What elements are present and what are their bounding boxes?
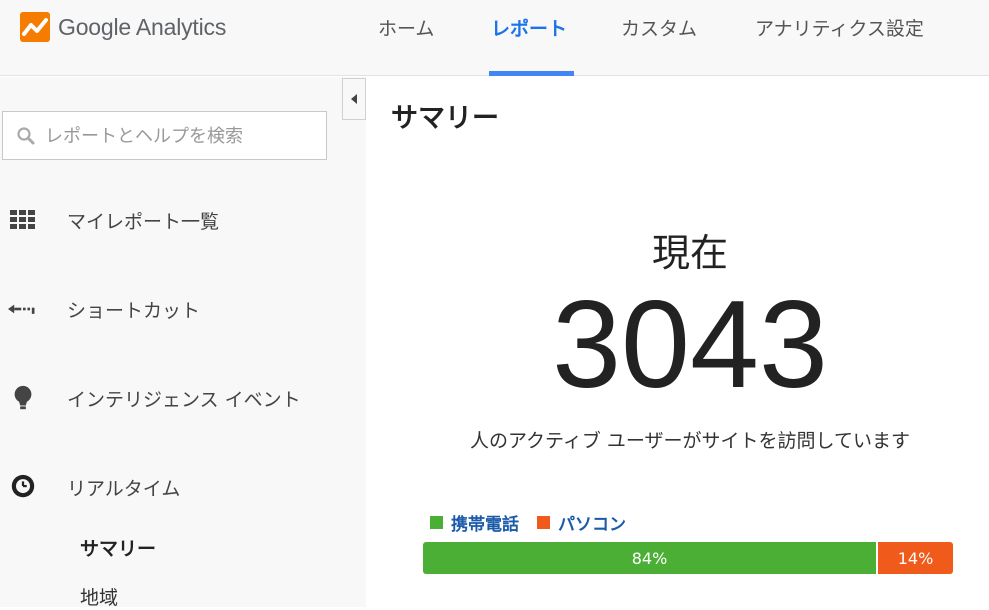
page-title: サマリー: [391, 103, 499, 134]
nav-home[interactable]: ホーム: [378, 14, 434, 44]
sidebar-subitem-summary[interactable]: サマリー: [80, 534, 156, 561]
legend-item-desktop[interactable]: パソコン: [537, 510, 626, 535]
grid-icon: [10, 210, 35, 229]
analytics-logo-icon: [20, 12, 50, 42]
top-header: Google Analytics ホーム レポート カスタム アナリティクス設定: [0, 0, 989, 76]
chevron-left-icon: [351, 94, 357, 104]
shortcut-arrow-icon: [8, 304, 35, 314]
device-bar-segment[interactable]: 14%: [878, 542, 953, 574]
sidebar-item-label: マイレポート一覧: [67, 211, 220, 233]
clock-icon: [11, 474, 35, 498]
search-icon: [17, 127, 35, 145]
sidebar-item-label: インテリジェンス イベント: [67, 389, 301, 411]
nav-custom[interactable]: カスタム: [621, 14, 697, 44]
logo-text: Google Analytics: [58, 13, 227, 40]
sidebar-item-my-reports[interactable]: マイレポート一覧: [0, 198, 366, 242]
report-search-box[interactable]: [2, 111, 327, 161]
analytics-logo[interactable]: Google Analytics: [20, 12, 226, 42]
sidebar-item-label: リアルタイム: [67, 478, 181, 500]
sidebar-item-realtime[interactable]: リアルタイム: [0, 465, 366, 509]
device-legend: 携帯電話 パソコン: [430, 510, 644, 535]
legend-label: パソコン: [558, 515, 626, 535]
sidebar-item-shortcuts[interactable]: ショートカット: [0, 287, 366, 331]
legend-item-mobile[interactable]: 携帯電話: [430, 510, 519, 535]
active-tab-indicator: [489, 71, 574, 76]
active-users-description: 人のアクティブ ユーザーがサイトを訪問しています: [469, 430, 910, 452]
legend-swatch: [430, 516, 443, 529]
legend-label: 携帯電話: [451, 515, 519, 535]
lightbulb-icon: [14, 385, 32, 410]
nav-reports[interactable]: レポート: [491, 14, 567, 44]
sidebar-item-label: ショートカット: [67, 300, 201, 322]
device-split-bar: 84% 14%: [423, 542, 953, 574]
now-label: 現在: [651, 231, 728, 275]
search-input[interactable]: [43, 112, 327, 161]
sidebar-item-intelligence-events[interactable]: インテリジェンス イベント: [0, 376, 366, 420]
active-users-count: 3043: [552, 276, 828, 414]
device-bar-segment[interactable]: 84%: [423, 542, 876, 574]
nav-analytics-settings[interactable]: アナリティクス設定: [755, 14, 924, 44]
sidebar-subitem-location[interactable]: 地域: [80, 583, 118, 610]
collapse-sidebar-button[interactable]: [342, 78, 366, 120]
legend-swatch: [537, 516, 550, 529]
